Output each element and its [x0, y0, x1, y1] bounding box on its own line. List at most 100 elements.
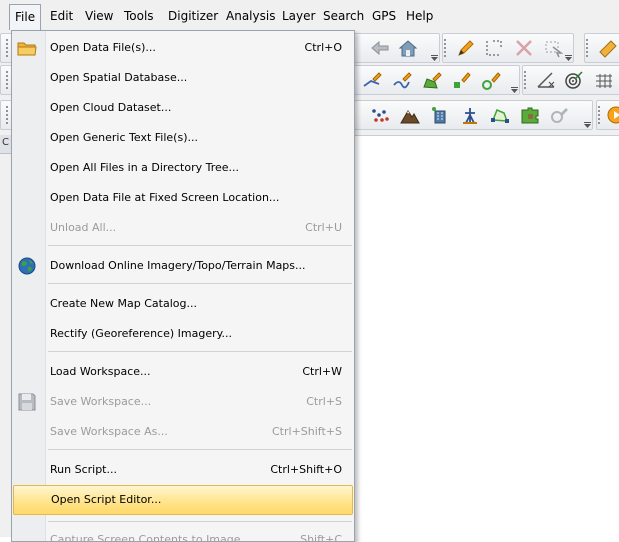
target-icon[interactable]: [563, 70, 585, 90]
menu-separator: [48, 283, 352, 284]
menu-tools[interactable]: Tools: [124, 9, 154, 23]
menu-item-create-new-map-catalog[interactable]: Create New Map Catalog...: [12, 289, 354, 319]
toolbar-overflow-icon[interactable]: [511, 87, 518, 93]
menu-item-label: Save Workspace As...: [50, 425, 168, 438]
menu-item-open-data-files[interactable]: Open Data File(s)... Ctrl+O: [12, 33, 354, 63]
menu-view[interactable]: View: [85, 9, 113, 23]
draw-area-icon[interactable]: [421, 70, 443, 90]
menu-item-capture-screen-contents[interactable]: Capture Screen Contents to Image... Shif…: [12, 525, 354, 542]
toolbar-grip[interactable]: [5, 70, 9, 90]
menu-item-save-workspace[interactable]: Save Workspace... Ctrl+S: [12, 387, 354, 417]
toolbar-grip[interactable]: [585, 38, 589, 58]
menu-item-open-data-file-fixed-location[interactable]: Open Data File at Fixed Screen Location.…: [12, 183, 354, 213]
menu-item-open-cloud-dataset[interactable]: Open Cloud Dataset...: [12, 93, 354, 123]
menu-item-shortcut: Ctrl+S: [306, 395, 342, 408]
draw-line-icon[interactable]: [361, 70, 383, 90]
vector-edit-icon[interactable]: [489, 105, 511, 125]
map-canvas[interactable]: [355, 135, 619, 538]
menu-digitizer[interactable]: Digitizer: [168, 9, 218, 23]
menu-item-save-workspace-as[interactable]: Save Workspace As... Ctrl+Shift+S: [12, 417, 354, 447]
file-menu-dropdown: Open Data File(s)... Ctrl+O Open Spatial…: [11, 30, 355, 542]
menu-item-label: Open Spatial Database...: [50, 71, 188, 84]
toolbar-overflow-icon[interactable]: [565, 55, 572, 61]
toolbar-grip[interactable]: [443, 38, 447, 58]
folder-icon: [17, 38, 37, 58]
angle-measure-icon[interactable]: [535, 70, 557, 90]
menu-item-open-generic-text-files[interactable]: Open Generic Text File(s)...: [12, 123, 354, 153]
menu-item-label: Open Script Editor...: [51, 493, 162, 506]
pencil-icon[interactable]: [455, 38, 477, 58]
menu-item-open-all-files-directory-tree[interactable]: Open All Files in a Directory Tree...: [12, 153, 354, 183]
menu-item-rectify-imagery[interactable]: Rectify (Georeference) Imagery...: [12, 319, 354, 349]
menu-item-unload-all[interactable]: Unload All... Ctrl+U: [12, 213, 354, 243]
analysis-toolbar: [522, 65, 619, 95]
menu-item-open-script-editor[interactable]: Open Script Editor...: [13, 485, 353, 515]
menu-help[interactable]: Help: [406, 9, 433, 23]
menu-separator: [48, 521, 352, 522]
grid-icon[interactable]: [593, 70, 615, 90]
ruler-icon[interactable]: [597, 38, 619, 58]
draw-curve-icon[interactable]: [391, 70, 413, 90]
mountain-icon[interactable]: [399, 105, 421, 125]
menu-item-label: Run Script...: [50, 463, 117, 476]
menu-item-shortcut: Ctrl+Shift+O: [270, 463, 342, 476]
terrain-toolbar: [354, 100, 593, 130]
menu-item-run-script[interactable]: Run Script... Ctrl+Shift+O: [12, 455, 354, 485]
menu-search[interactable]: Search: [323, 9, 364, 23]
toolbar-grip[interactable]: [523, 70, 527, 90]
menu-item-label: Open Data File at Fixed Screen Location.…: [50, 191, 280, 204]
edit-toolbar: [442, 33, 574, 63]
menu-item-shortcut: Ctrl+Shift+S: [272, 425, 342, 438]
menu-edit[interactable]: Edit: [50, 9, 73, 23]
menu-separator: [48, 351, 352, 352]
edit-feature-icon[interactable]: [543, 38, 565, 58]
menu-item-label: Rectify (Georeference) Imagery...: [50, 327, 233, 340]
menu-gps[interactable]: GPS: [372, 9, 396, 23]
menu-separator: [48, 245, 352, 246]
tower-icon[interactable]: [459, 105, 481, 125]
toolbar-overflow-icon[interactable]: [584, 122, 591, 128]
menu-item-label: Load Workspace...: [50, 365, 151, 378]
draw-point-icon[interactable]: [451, 70, 473, 90]
floppy-disk-icon: [17, 392, 37, 412]
menu-item-download-online-imagery[interactable]: Download Online Imagery/Topo/Terrain Map…: [12, 251, 354, 281]
navigation-toolbar: [354, 33, 440, 63]
panel-tab-label: C: [2, 137, 9, 148]
menu-item-label: Download Online Imagery/Topo/Terrain Map…: [50, 259, 306, 272]
menu-separator: [48, 449, 352, 450]
puzzle-icon[interactable]: [519, 105, 541, 125]
globe-icon: [17, 256, 37, 276]
toolbar-grip[interactable]: [597, 105, 601, 125]
menu-item-label: Open Generic Text File(s)...: [50, 131, 198, 144]
toolbar-grip[interactable]: [5, 38, 9, 58]
playback-toolbar: [596, 100, 619, 130]
menu-item-label: Save Workspace...: [50, 395, 152, 408]
draw-vertex-icon[interactable]: [481, 70, 503, 90]
menu-layer[interactable]: Layer: [282, 9, 315, 23]
scatter-points-icon[interactable]: [369, 105, 391, 125]
menu-item-label: Capture Screen Contents to Image...: [50, 533, 252, 542]
menu-bar: File Edit View Tools Digitizer Analysis …: [0, 0, 619, 31]
menu-item-shortcut: Ctrl+U: [305, 221, 342, 234]
home-icon[interactable]: [397, 38, 419, 58]
measure-toolbar: [584, 33, 619, 63]
menu-item-label: Create New Map Catalog...: [50, 297, 197, 310]
menu-item-label: Open Data File(s)...: [50, 41, 156, 54]
menu-file[interactable]: File: [9, 4, 42, 30]
building-analysis-icon[interactable]: [429, 105, 451, 125]
menu-analysis[interactable]: Analysis: [226, 9, 275, 23]
menu-item-load-workspace[interactable]: Load Workspace... Ctrl+W: [12, 357, 354, 387]
menu-item-open-spatial-database[interactable]: Open Spatial Database...: [12, 63, 354, 93]
select-region-icon[interactable]: [483, 38, 505, 58]
digitizer-toolbar: [354, 65, 520, 95]
menu-item-shortcut: Ctrl+W: [302, 365, 342, 378]
menu-item-label: Open Cloud Dataset...: [50, 101, 172, 114]
back-arrow-icon[interactable]: [369, 38, 391, 58]
toolbar-grip[interactable]: [5, 105, 9, 125]
toolbar-overflow-icon[interactable]: [431, 55, 438, 61]
menu-item-shortcut: Shift+C: [300, 533, 342, 542]
menu-item-label: Unload All...: [50, 221, 117, 234]
delete-x-icon[interactable]: [513, 38, 535, 58]
view-options-icon[interactable]: [549, 105, 571, 125]
play-icon[interactable]: [605, 105, 619, 125]
